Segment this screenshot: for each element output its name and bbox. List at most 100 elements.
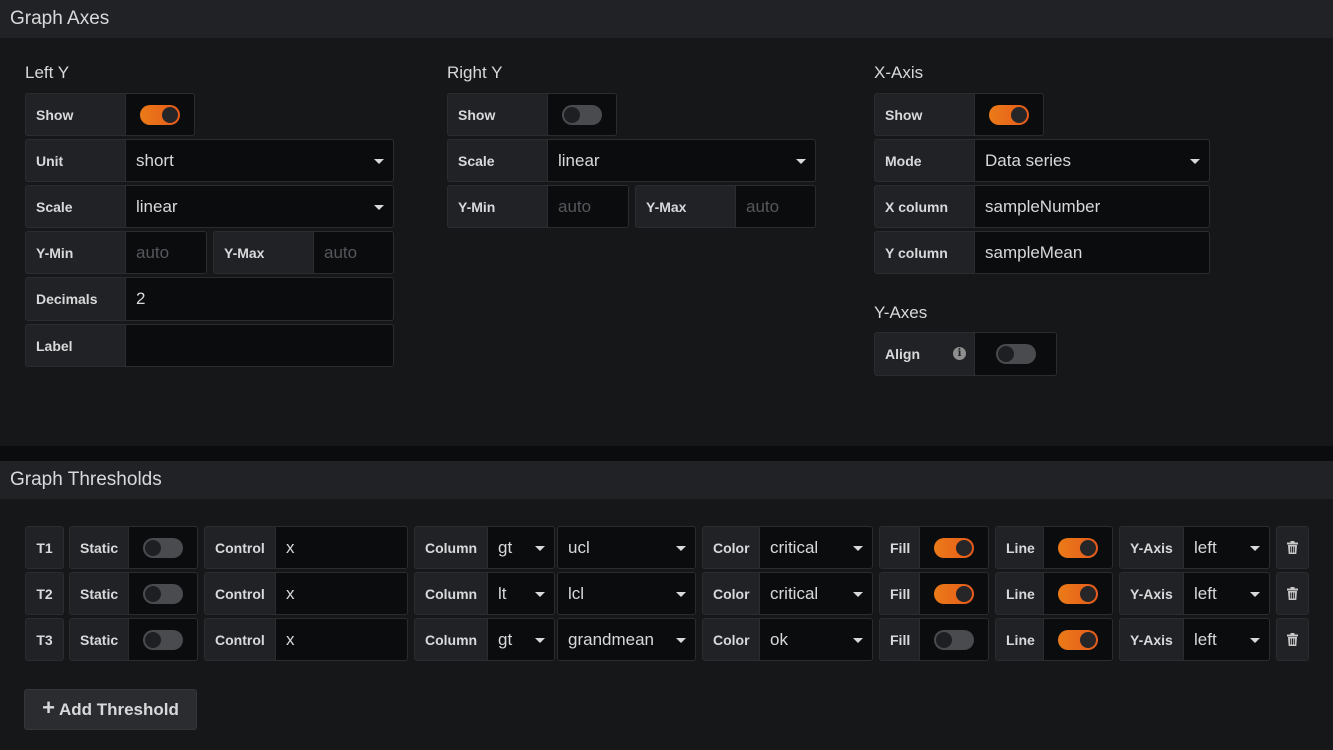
yaxis-value: left <box>1194 629 1217 649</box>
fill-toggle[interactable] <box>934 629 974 650</box>
right-y-show-switch-box[interactable] <box>548 93 617 136</box>
y-column-input[interactable]: sampleMean <box>975 231 1210 274</box>
left-y-min-label: Y-Min <box>25 231 126 274</box>
control-label: Control <box>204 526 276 569</box>
chevron-down-icon <box>1250 545 1260 551</box>
fill-toggle[interactable] <box>934 537 974 558</box>
trash-icon <box>1287 541 1298 554</box>
x-axis-xcol-label: X column <box>874 185 975 228</box>
y-axes-align-switch-box[interactable] <box>975 332 1057 376</box>
line-switch-box[interactable] <box>1044 572 1113 615</box>
left-y-show-switch-box[interactable] <box>126 93 195 136</box>
control-input[interactable]: x <box>276 618 408 661</box>
static-switch-box[interactable] <box>129 572 198 615</box>
delete-threshold-button[interactable] <box>1276 526 1309 569</box>
y-axes-align-toggle[interactable] <box>995 344 1036 364</box>
left-y-scale-value: linear <box>136 196 178 216</box>
x-axis-show-toggle[interactable] <box>989 104 1029 125</box>
left-y-decimals-row: Decimals 2 <box>25 277 394 321</box>
left-y-unit-row: Unit short <box>25 139 394 182</box>
toggle-knob <box>162 106 178 123</box>
control-input[interactable]: x <box>276 526 408 569</box>
left-y-max-input[interactable]: auto <box>314 231 394 274</box>
operator-value: gt <box>498 629 513 649</box>
right-y-scale-select[interactable]: linear <box>548 139 816 182</box>
left-y-title: Left Y <box>25 63 70 82</box>
left-y-scale-select[interactable]: linear <box>126 185 394 228</box>
static-switch-box[interactable] <box>129 526 198 569</box>
color-label: Color <box>702 572 760 615</box>
toggle-knob <box>936 631 952 648</box>
fill-switch-box[interactable] <box>920 618 989 661</box>
line-toggle[interactable] <box>1058 629 1098 650</box>
line-switch-box[interactable] <box>1044 526 1113 569</box>
left-y-label-input[interactable] <box>126 324 394 367</box>
chevron-down-icon <box>1250 591 1260 597</box>
chevron-down-icon <box>676 591 686 597</box>
line-switch-box[interactable] <box>1044 618 1113 661</box>
graph-axes-header: Graph Axes <box>0 0 1333 38</box>
chevron-down-icon <box>1190 158 1200 164</box>
toggle-knob <box>956 585 972 602</box>
right-y-scale-row: Scale linear <box>447 139 816 182</box>
right-y-min-label: Y-Min <box>447 185 548 228</box>
chevron-down-icon <box>374 204 384 210</box>
line-toggle[interactable] <box>1058 583 1098 604</box>
static-switch-box[interactable] <box>129 618 198 661</box>
left-y-show-label: Show <box>25 93 126 136</box>
color-value: ok <box>770 629 788 649</box>
color-label: Color <box>702 618 760 661</box>
control-input[interactable]: x <box>276 572 408 615</box>
yaxis-value: left <box>1194 537 1217 557</box>
static-toggle[interactable] <box>143 629 183 650</box>
operator-select[interactable]: gt <box>488 618 555 661</box>
color-select[interactable]: ok <box>760 618 873 661</box>
right-y-show-toggle[interactable] <box>562 104 602 125</box>
yaxis-select[interactable]: left <box>1184 526 1270 569</box>
yaxis-select[interactable]: left <box>1184 618 1270 661</box>
toggle-knob <box>145 539 161 556</box>
x-column-input[interactable]: sampleNumber <box>975 185 1210 228</box>
right-y-min-input[interactable]: auto <box>548 185 629 228</box>
operator-select[interactable]: gt <box>488 526 555 569</box>
color-select[interactable]: critical <box>760 526 873 569</box>
right-y-max-row: Y-Max auto <box>635 185 816 228</box>
color-select[interactable]: critical <box>760 572 873 615</box>
x-axis-show-switch-box[interactable] <box>975 93 1044 136</box>
column-select[interactable]: lcl <box>557 572 696 615</box>
color-value: critical <box>770 537 819 557</box>
left-y-min-input[interactable]: auto <box>126 231 207 274</box>
left-y-decimals-input[interactable]: 2 <box>126 277 394 321</box>
yaxis-select[interactable]: left <box>1184 572 1270 615</box>
right-y-max-label: Y-Max <box>635 185 736 228</box>
left-y-unit-select[interactable]: short <box>126 139 394 182</box>
column-select[interactable]: ucl <box>557 526 696 569</box>
line-toggle[interactable] <box>1058 537 1098 558</box>
static-toggle[interactable] <box>143 583 183 604</box>
left-y-show-toggle[interactable] <box>140 104 180 125</box>
delete-threshold-button[interactable] <box>1276 618 1309 661</box>
fill-switch-box[interactable] <box>920 572 989 615</box>
toggle-knob <box>564 106 580 123</box>
info-icon[interactable]: i <box>953 347 966 360</box>
right-y-max-input[interactable]: auto <box>736 185 816 228</box>
static-toggle[interactable] <box>143 537 183 558</box>
threshold-id: T1 <box>25 526 64 569</box>
column-label: Column <box>414 526 488 569</box>
x-axis-mode-select[interactable]: Data series <box>975 139 1210 182</box>
right-y-scale-value: linear <box>558 150 600 170</box>
operator-select[interactable]: lt <box>488 572 555 615</box>
column-select[interactable]: grandmean <box>557 618 696 661</box>
right-y-show-label: Show <box>447 93 548 136</box>
delete-threshold-button[interactable] <box>1276 572 1309 615</box>
color-label: Color <box>702 526 760 569</box>
toggle-knob <box>1080 631 1096 648</box>
control-label: Control <box>204 572 276 615</box>
yaxis-value: left <box>1194 583 1217 603</box>
toggle-knob <box>956 539 972 556</box>
fill-switch-box[interactable] <box>920 526 989 569</box>
left-y-max-label: Y-Max <box>213 231 314 274</box>
fill-toggle[interactable] <box>934 583 974 604</box>
add-threshold-button[interactable]: + Add Threshold <box>24 689 197 730</box>
chevron-down-icon <box>853 545 863 551</box>
